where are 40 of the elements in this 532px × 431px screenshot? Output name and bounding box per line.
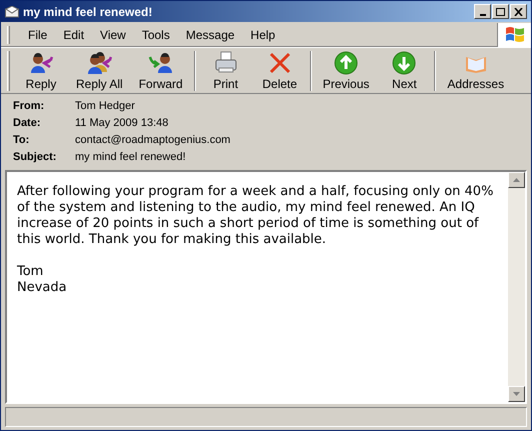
menu-item[interactable]: Message <box>178 26 243 44</box>
menu-item[interactable]: File <box>20 26 56 44</box>
person-arrow-icon <box>28 50 54 74</box>
menu-item[interactable]: View <box>92 26 134 44</box>
scroll-down-icon <box>513 392 520 396</box>
envelope-icon <box>5 6 19 18</box>
maximize-button[interactable] <box>492 4 509 19</box>
header-value: my mind feel renewed! <box>75 150 186 166</box>
scroll-up-icon <box>513 178 520 182</box>
header-label: Subject: <box>13 150 58 166</box>
header-value: contact@roadmaptogenius.com <box>75 133 230 148</box>
toolbar-button[interactable]: Next <box>377 48 432 92</box>
close-icon <box>514 8 523 16</box>
minimize-button[interactable] <box>474 4 491 19</box>
maximize-icon <box>496 8 505 16</box>
windows-logo-icon <box>504 26 524 44</box>
toolbar-button[interactable]: Forward <box>130 48 191 92</box>
header-label: Date: <box>13 116 42 132</box>
toolbar-button[interactable]: Addresses <box>439 48 512 92</box>
people-arrow-icon <box>86 50 112 74</box>
header-value: 11 May 2009 13:48 <box>75 116 168 132</box>
header-value: Tom Hedger <box>75 99 135 114</box>
menu-item[interactable]: Edit <box>55 26 92 44</box>
toolbar-button[interactable]: Print <box>198 48 253 92</box>
minimize-icon <box>480 14 486 16</box>
menu-item[interactable]: Tools <box>134 26 178 44</box>
close-button[interactable] <box>510 4 527 19</box>
scrollbar[interactable] <box>508 172 525 402</box>
header-label: To: <box>13 133 30 148</box>
toolbar-button[interactable]: Reply All <box>68 48 131 92</box>
menu-item[interactable]: Help <box>242 26 284 44</box>
message-paragraph: Tom Nevada <box>17 264 68 296</box>
toolbar-button[interactable]: Delete <box>252 48 307 92</box>
toolbar-button[interactable]: Previous <box>314 48 378 92</box>
toolbar-button[interactable]: Reply <box>14 48 68 92</box>
printer-icon <box>212 50 239 74</box>
header-label: From: <box>13 99 46 114</box>
window-title: my mind feel renewed! <box>23 4 154 20</box>
message-paragraph: After following your program for a week and a half, focusing only on 40% of the system and listening to the audio, my mind feel renewed. An IQ increase of 20 points in such a short period of time is something out of this world. Thank you for making this available. <box>17 184 494 248</box>
person-arrow-icon <box>148 50 174 74</box>
